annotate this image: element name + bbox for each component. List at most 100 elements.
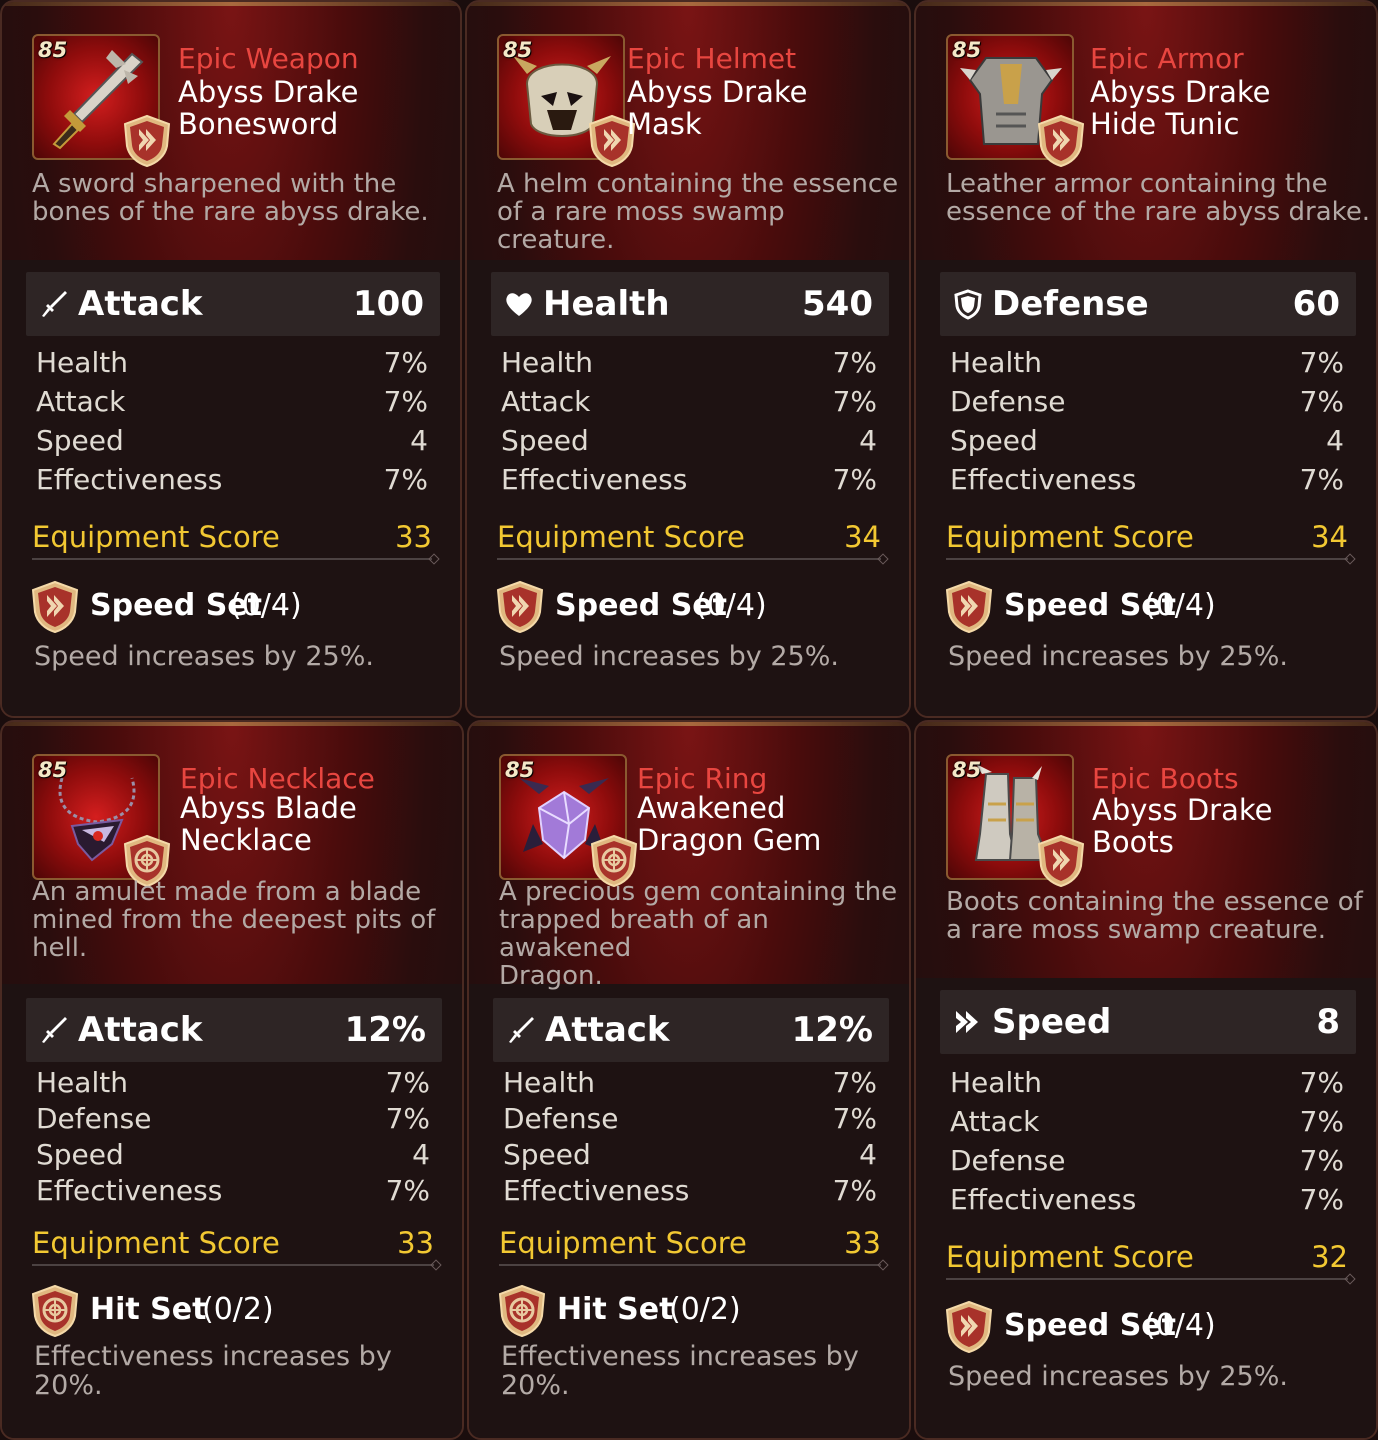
equipment-score-value: 33 [395, 520, 432, 554]
main-stat-value: 540 [802, 284, 873, 324]
item-description: Boots containing the essence of a rare m… [946, 887, 1363, 945]
sword-icon [38, 288, 70, 320]
equipment-score: Equipment Score 33 [32, 520, 432, 560]
main-stat: Health 540 [491, 272, 889, 336]
sword-icon [38, 1014, 70, 1046]
substat-value: 7% [383, 463, 428, 496]
substat-value: 7% [385, 1066, 430, 1099]
level-badge: 85 [503, 38, 533, 62]
item-description: A helm containing the essence of a rare … [497, 169, 899, 255]
set-count: (0/4) [1144, 1308, 1216, 1343]
substat-value: 4 [412, 1138, 430, 1171]
equipment-card[interactable]: 85 Epic Weapon Abyss Drake Bonesword A swor… [0, 0, 462, 718]
speed-set-icon [495, 580, 545, 634]
main-stat: Speed 8 [940, 990, 1356, 1054]
set-description: Speed increases by 25%. [948, 1361, 1288, 1392]
set-description: Effectiveness increases by 20%. [34, 1341, 392, 1401]
substat-value: 7% [832, 1102, 877, 1135]
equipment-score-label: Equipment Score [32, 1226, 280, 1260]
level-badge: 85 [38, 38, 68, 62]
set-count: (0/2) [202, 1292, 274, 1327]
equipment-score-label: Equipment Score [497, 520, 745, 554]
main-stat: Attack 12% [26, 998, 442, 1062]
speed-set-icon [30, 580, 80, 634]
equipment-score: Equipment Score 33 [32, 1226, 434, 1266]
equipment-score-label: Equipment Score [946, 520, 1194, 554]
equipment-card[interactable]: 85 Epic Boots Abyss Drake Boots Boots conta… [914, 720, 1378, 1440]
equipment-card[interactable]: 85 Epic Necklace Abyss Blade Necklace An am… [0, 720, 464, 1440]
equipment-score-value: 34 [844, 520, 881, 554]
substat-row: Defense 7% [36, 1102, 430, 1140]
substat-row: Speed 4 [503, 1138, 877, 1176]
substat-value: 7% [1299, 1066, 1344, 1099]
equipment-score: Equipment Score 34 [946, 520, 1348, 560]
substat-value: 7% [1299, 385, 1344, 418]
substat-value: 7% [1299, 1183, 1344, 1216]
set-bonus[interactable]: Hit Set (0/2) [497, 1284, 881, 1340]
equipment-card[interactable]: 85 Epic Armor Abyss Drake Hide Tunic Leathe… [914, 0, 1378, 718]
speed-set-icon [1036, 114, 1086, 168]
substat-row: Health 7% [501, 346, 877, 384]
set-bonus[interactable]: Speed Set (0/4) [30, 580, 432, 636]
item-name: Abyss Blade Necklace [180, 791, 357, 857]
set-name: Hit Set [90, 1292, 207, 1327]
set-count: (0/4) [1144, 588, 1216, 623]
level-badge: 85 [952, 758, 982, 782]
substat-row: Attack 7% [950, 1105, 1344, 1143]
substat-name: Effectiveness [950, 1183, 1137, 1216]
shield-icon [952, 288, 984, 320]
substat-value: 4 [1326, 424, 1344, 457]
level-badge: 85 [38, 758, 68, 782]
equipment-score-label: Equipment Score [499, 1226, 747, 1260]
main-stat: Attack 100 [26, 272, 440, 336]
substat-name: Speed [503, 1138, 591, 1171]
substat-value: 7% [832, 463, 877, 496]
substat-value: 7% [832, 385, 877, 418]
item-description: A sword sharpened with the bones of the … [32, 169, 429, 227]
rarity-label: Epic Armor [1090, 42, 1244, 75]
substat-row: Health 7% [950, 1066, 1344, 1104]
item-name: Abyss Drake Bonesword [178, 75, 359, 141]
set-name: Hit Set [557, 1292, 674, 1327]
substat-name: Effectiveness [950, 463, 1137, 496]
level-badge: 85 [952, 38, 982, 62]
substat-row: Health 7% [503, 1066, 877, 1104]
speed-set-icon [1036, 834, 1086, 888]
substat-name: Defense [950, 385, 1066, 418]
substat-name: Health [950, 346, 1042, 379]
equipment-card[interactable]: 85 Epic Ring Awakened Dragon Gem A precious… [467, 720, 911, 1440]
substat-row: Effectiveness 7% [503, 1174, 877, 1212]
substat-name: Speed [36, 1138, 124, 1171]
substat-row: Defense 7% [503, 1102, 877, 1140]
speed-set-icon [944, 1300, 994, 1354]
item-name: Abyss Drake Hide Tunic [1090, 75, 1271, 141]
substat-row: Speed 4 [501, 424, 877, 462]
substat-value: 7% [383, 385, 428, 418]
item-description: An amulet made from a blade mined from t… [32, 877, 436, 963]
main-stat-name: Attack [78, 284, 203, 324]
set-bonus[interactable]: Speed Set (0/4) [495, 580, 881, 636]
set-bonus[interactable]: Speed Set (0/4) [944, 580, 1348, 636]
equipment-score-label: Equipment Score [32, 520, 280, 554]
substat-row: Health 7% [950, 346, 1344, 384]
substat-value: 4 [859, 1138, 877, 1171]
substat-row: Effectiveness 7% [950, 1183, 1344, 1221]
substat-value: 7% [1299, 1144, 1344, 1177]
set-bonus[interactable]: Hit Set (0/2) [30, 1284, 434, 1340]
equipment-score-value: 33 [844, 1226, 881, 1260]
main-stat-name: Defense [992, 284, 1149, 324]
substat-name: Effectiveness [503, 1174, 690, 1207]
item-description: A precious gem containing the trapped br… [499, 877, 898, 991]
equipment-card[interactable]: 85 Epic Helmet Abyss Drake Mask A helm cont… [465, 0, 911, 718]
substat-row: Speed 4 [36, 424, 428, 462]
substat-name: Attack [950, 1105, 1040, 1138]
main-stat: Attack 12% [493, 998, 889, 1062]
substat-row: Speed 4 [950, 424, 1344, 462]
item-description: Leather armor containing the essence of … [946, 169, 1371, 227]
set-bonus[interactable]: Speed Set (0/4) [944, 1300, 1348, 1356]
item-name: Abyss Drake Boots [1092, 793, 1273, 859]
main-stat-value: 8 [1316, 1002, 1340, 1042]
substat-value: 7% [385, 1174, 430, 1207]
main-stat-name: Attack [545, 1010, 670, 1050]
substat-row: Speed 4 [36, 1138, 430, 1176]
